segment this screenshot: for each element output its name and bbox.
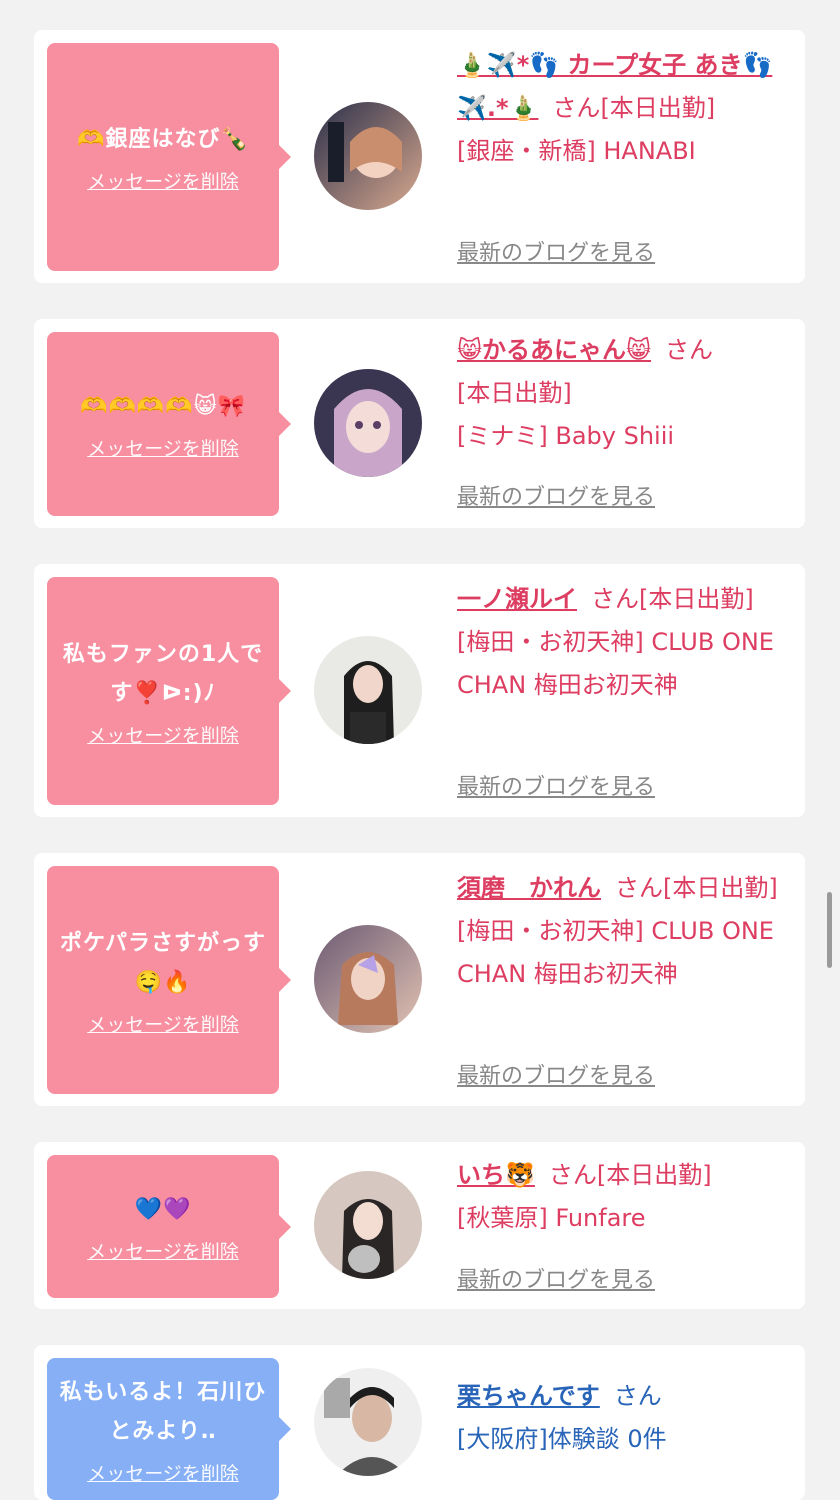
status-text: [本日出勤]: [639, 585, 754, 613]
message-bubble: 🫶🫶🫶🫶😸🎀 メッセージを削除: [47, 332, 291, 516]
message-bubble: 🫶銀座はなび🍾 メッセージを削除: [47, 43, 291, 271]
avatar[interactable]: [314, 636, 422, 744]
honorific: さん: [552, 94, 601, 122]
avatar-photo: [314, 102, 422, 210]
message-card: 私もいるよ！石川ひとみより‥ メッセージを削除 栗ちゃんです さん [大阪府]体験…: [34, 1345, 805, 1500]
cast-info: 栗ちゃんです さん [大阪府]体験談 0件: [457, 1375, 797, 1461]
message-bubble: 私もファンの1人です❣️ᐅ:)ﾉ メッセージを削除: [47, 577, 291, 805]
message-card: 💙💜 メッセージを削除 いち🐯 さん[本日出勤] [秋葉原] Funfare 最新…: [34, 1142, 805, 1309]
avatar[interactable]: [314, 1368, 422, 1476]
avatar-photo: [314, 369, 422, 477]
honorific: さん: [548, 1161, 597, 1189]
message-card: ポケパラさすがっす🤤🔥 メッセージを削除 須磨 かれん さん[本日出勤] [梅田・…: [34, 853, 805, 1106]
status-text: [本日出勤]: [600, 94, 716, 122]
shop-text: [銀座・新橋] HANABI: [457, 137, 696, 165]
message-card: 私もファンの1人です❣️ᐅ:)ﾉ メッセージを削除 一ノ瀬ルイ さん[本日出勤] …: [34, 564, 805, 817]
latest-blog-link[interactable]: 最新のブログを見る: [457, 479, 655, 511]
avatar[interactable]: [314, 369, 422, 477]
message-bubble: 💙💜 メッセージを削除: [47, 1155, 291, 1298]
delete-message-link[interactable]: メッセージを削除: [87, 167, 239, 194]
message-list: 🫶銀座はなび🍾 メッセージを削除 🎍✈️*👣 カープ女子 あき👣✈️.*🎍 さん[…: [0, 0, 840, 1500]
message-text: 🫶銀座はなび🍾: [77, 127, 249, 152]
message-bubble: 私もいるよ！石川ひとみより‥ メッセージを削除: [47, 1358, 291, 1500]
cast-info: 須磨 かれん さん[本日出勤] [梅田・お初天神] CLUB ONE CHAN 梅…: [457, 867, 797, 996]
cast-info: 😸かるあにゃん😸 さん [本日出勤] [ミナミ] Baby Shiii: [457, 329, 797, 458]
message-text: 私もファンの1人です❣️ᐅ:)ﾉ: [62, 641, 264, 706]
cast-info: 🎍✈️*👣 カープ女子 あき👣✈️.*🎍 さん[本日出勤] [銀座・新橋] HAN…: [457, 44, 797, 173]
avatar[interactable]: [314, 1171, 422, 1279]
message-text: ポケパラさすがっす🤤🔥: [59, 930, 267, 995]
message-text: 🫶🫶🫶🫶😸🎀: [80, 394, 246, 419]
cast-name-link[interactable]: 栗ちゃんです: [457, 1382, 600, 1410]
delete-message-link[interactable]: メッセージを削除: [87, 721, 239, 748]
latest-blog-link[interactable]: 最新のブログを見る: [457, 1262, 655, 1294]
message-text: 私もいるよ！石川ひとみより‥: [59, 1379, 267, 1444]
cast-name-link[interactable]: いち🐯: [457, 1161, 535, 1189]
message-text: 💙💜: [134, 1196, 192, 1222]
scrollbar[interactable]: [827, 892, 832, 968]
cast-info: 一ノ瀬ルイ さん[本日出勤] [梅田・お初天神] CLUB ONE CHAN 梅田…: [457, 578, 797, 707]
cast-name-link[interactable]: 一ノ瀬ルイ: [457, 585, 577, 613]
avatar[interactable]: [314, 925, 422, 1033]
latest-blog-link[interactable]: 最新のブログを見る: [457, 235, 655, 267]
status-text: [本日出勤]: [596, 1161, 712, 1189]
honorific: さん: [665, 336, 714, 364]
avatar[interactable]: [314, 102, 422, 210]
delete-message-link[interactable]: メッセージを削除: [87, 1237, 239, 1264]
honorific: さん: [615, 874, 663, 902]
message-card: 🫶🫶🫶🫶😸🎀 メッセージを削除 😸かるあにゃん😸 さん [本日出勤] [ミナミ] …: [34, 319, 805, 528]
status-text: [本日出勤]: [663, 874, 778, 902]
shop-text: [梅田・お初天神] CLUB ONE CHAN 梅田お初天神: [457, 628, 774, 699]
cast-name-link[interactable]: 😸かるあにゃん😸: [457, 336, 651, 364]
avatar-photo: [314, 636, 422, 744]
latest-blog-link[interactable]: 最新のブログを見る: [457, 769, 655, 801]
shop-text: [秋葉原] Funfare: [457, 1204, 646, 1232]
avatar-photo: [314, 1368, 422, 1476]
honorific: さん: [591, 585, 639, 613]
shop-text: [大阪府]体験談 0件: [457, 1425, 667, 1453]
avatar-photo: [314, 1171, 422, 1279]
status-text: [本日出勤]: [457, 379, 572, 407]
honorific: さん: [613, 1382, 662, 1410]
cast-name-link[interactable]: 須磨 かれん: [457, 874, 601, 902]
delete-message-link[interactable]: メッセージを削除: [87, 434, 239, 461]
avatar-photo: [314, 925, 422, 1033]
shop-text: [梅田・お初天神] CLUB ONE CHAN 梅田お初天神: [457, 917, 774, 988]
delete-message-link[interactable]: メッセージを削除: [87, 1459, 239, 1486]
cast-info: いち🐯 さん[本日出勤] [秋葉原] Funfare: [457, 1154, 797, 1240]
shop-text: [ミナミ] Baby Shiii: [457, 422, 675, 450]
message-bubble: ポケパラさすがっす🤤🔥 メッセージを削除: [47, 866, 291, 1094]
message-card: 🫶銀座はなび🍾 メッセージを削除 🎍✈️*👣 カープ女子 あき👣✈️.*🎍 さん[…: [34, 30, 805, 283]
latest-blog-link[interactable]: 最新のブログを見る: [457, 1058, 655, 1090]
delete-message-link[interactable]: メッセージを削除: [87, 1010, 239, 1037]
